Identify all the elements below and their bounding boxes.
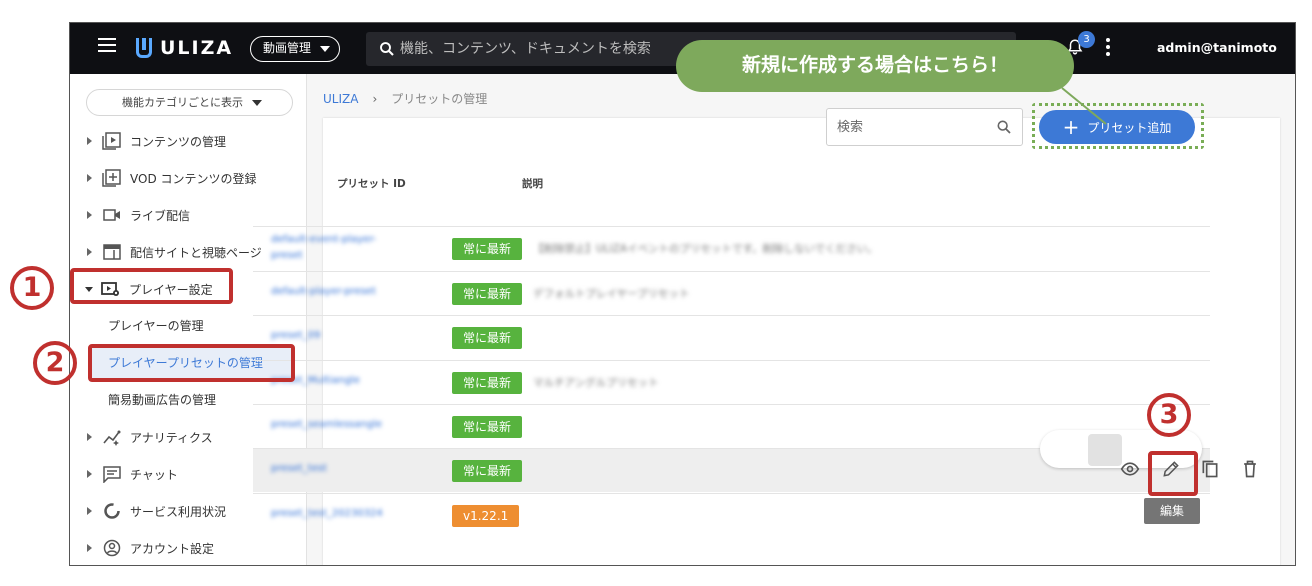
preset-description: マルチアングルプリセット — [533, 377, 659, 389]
preset-search-input[interactable] — [837, 109, 987, 145]
table-row[interactable]: preset_09 常に最新 — [253, 315, 1210, 359]
step2-highlight — [88, 344, 295, 382]
eye-icon[interactable] — [1120, 459, 1140, 479]
preset-id-link[interactable]: default-event-player-preset — [271, 232, 401, 264]
usage-ring-icon — [104, 503, 120, 519]
notification-badge: 3 — [1078, 31, 1095, 48]
step3-marker: 3 — [1147, 393, 1191, 437]
preset-id-link[interactable]: default-player-preset — [271, 286, 376, 297]
sidebar-item-account[interactable]: アカウント設定 — [70, 533, 307, 563]
chevron-right-icon — [87, 470, 92, 478]
sidebar-item-label: サービス利用状況 — [130, 504, 227, 519]
chevron-right-icon — [87, 544, 92, 552]
product-select[interactable]: 動画管理 — [250, 36, 341, 62]
chevron-down-icon — [252, 100, 262, 106]
chevron-down-icon — [320, 46, 331, 52]
step1-marker: 1 — [10, 266, 54, 310]
status-badge: 常に最新 — [452, 327, 523, 349]
chevron-right-icon — [87, 507, 92, 515]
category-filter-select[interactable]: 機能カテゴリごとに表示 — [86, 89, 293, 116]
sidebar-item-label: VOD コンテンツの登録 — [130, 171, 257, 186]
callout-bubble: 新規に作成する場合はこちら！ — [676, 40, 1074, 92]
status-badge: 常に最新 — [452, 416, 523, 438]
sidebar-item-contents[interactable]: コンテンツの管理 — [70, 126, 307, 156]
status-badge: 常に最新 — [452, 238, 523, 260]
table-row[interactable]: preset_Multiangle 常に最新 マルチアングルプリセット — [253, 360, 1210, 404]
chevron-right-icon — [87, 174, 92, 182]
sidebar-item-label: コンテンツの管理 — [130, 134, 227, 149]
sidebar-item-label: チャット — [130, 467, 178, 482]
status-badge: 常に最新 — [452, 283, 523, 305]
web-page-icon — [103, 244, 121, 260]
sidebar-item-label: 配信サイトと視聴ページ — [130, 245, 262, 260]
play-square-icon — [102, 132, 121, 150]
menu-icon[interactable] — [98, 38, 116, 54]
preset-id-link[interactable]: preset_09 — [271, 330, 320, 341]
logo-text: ULIZA — [160, 37, 234, 59]
column-header-description: 説明 — [522, 178, 543, 190]
chevron-right-icon — [87, 211, 92, 219]
preset-id-link[interactable]: preset_seamlessangle — [271, 419, 382, 430]
sidebar-item-label: アナリティクス — [130, 430, 213, 445]
table-row[interactable]: default-player-preset 常に最新 デフォルトプレイヤープリセ… — [253, 271, 1210, 315]
user-account[interactable]: admin@tanimoto — [1157, 40, 1277, 55]
preset-search[interactable] — [826, 108, 1023, 146]
uliza-logo-icon — [136, 38, 152, 58]
more-vertical-icon[interactable] — [1106, 38, 1110, 56]
sidebar-item-label: アカウント設定 — [130, 541, 215, 556]
table-row[interactable]: preset_test_20230324 v1.22.1 — [253, 493, 1210, 537]
table-row[interactable]: default-event-player-preset 常に最新 【削除禁止】U… — [253, 226, 1210, 270]
column-header-preset-id: プリセット ID — [337, 178, 406, 190]
version-badge: v1.22.1 — [452, 505, 520, 527]
product-select-label: 動画管理 — [263, 41, 312, 55]
edit-tooltip: 編集 — [1144, 498, 1200, 524]
add-square-icon — [102, 169, 121, 187]
status-badge: 常に最新 — [452, 460, 523, 482]
callout-pointer-line — [1061, 87, 1107, 125]
chevron-right-icon — [87, 137, 92, 145]
sidebar-subitem-video-ads[interactable]: 簡易動画広告の管理 — [108, 385, 216, 415]
step1-highlight — [70, 268, 233, 304]
breadcrumb-separator-icon: › — [372, 92, 378, 106]
logo[interactable]: ULIZA — [136, 35, 233, 61]
preset-description: 【削除禁止】ULIZAイベントのプリセットです。削除しないでください。 — [533, 243, 878, 255]
preset-description: デフォルトプレイヤープリセット — [533, 288, 690, 300]
breadcrumb-home[interactable]: ULIZA — [323, 92, 358, 106]
breadcrumb-current: プリセットの管理 — [391, 92, 488, 106]
copy-icon[interactable] — [1200, 459, 1220, 479]
breadcrumb: ULIZA › プリセットの管理 — [323, 90, 487, 107]
sidebar-subitem-players[interactable]: プレイヤーの管理 — [108, 311, 204, 341]
edit-button-hover — [1088, 434, 1122, 466]
sidebar-item-vod-register[interactable]: VOD コンテンツの登録 — [70, 163, 307, 193]
analytics-icon — [103, 430, 121, 446]
status-badge: 常に最新 — [452, 372, 523, 394]
search-icon[interactable] — [996, 119, 1012, 135]
sidebar-item-label: ライブ配信 — [130, 208, 191, 223]
chevron-right-icon — [87, 433, 92, 441]
step2-marker: 2 — [33, 341, 77, 385]
preset-id-link[interactable]: preset_test — [271, 463, 327, 474]
preset-id-link[interactable]: preset_test_20230324 — [271, 508, 383, 519]
account-icon — [103, 539, 121, 557]
trash-icon[interactable] — [1240, 459, 1260, 479]
category-filter-label: 機能カテゴリごとに表示 — [122, 96, 243, 109]
chat-icon — [103, 466, 121, 483]
step3-highlight — [1148, 451, 1198, 496]
search-icon — [380, 42, 394, 56]
video-camera-icon — [103, 209, 120, 221]
chevron-right-icon — [87, 248, 92, 256]
